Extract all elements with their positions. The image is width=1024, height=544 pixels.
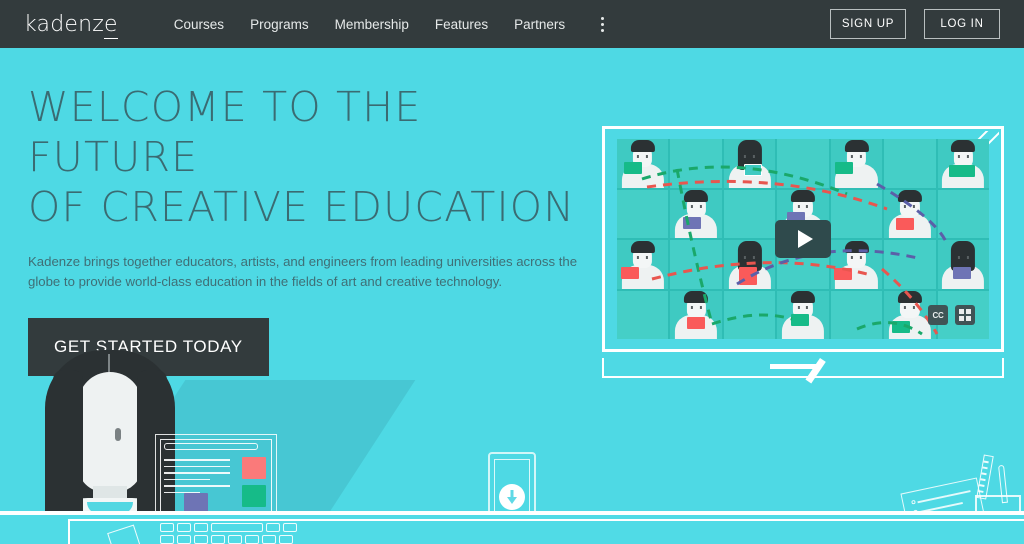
laptop-screen-frame: CC <box>602 126 1004 352</box>
video-grid-cell <box>937 189 989 238</box>
nav-item-courses[interactable]: Courses <box>161 11 237 38</box>
video-player-illustration: CC <box>602 126 1004 384</box>
kebab-menu-icon[interactable] <box>592 13 612 35</box>
hero-content: WELCOME TO THE FUTURE OF CREATIVE EDUCAT… <box>28 82 588 376</box>
video-grid-cell <box>830 189 883 238</box>
nav-item-partners[interactable]: Partners <box>501 11 578 38</box>
nav-item-features[interactable]: Features <box>422 11 501 38</box>
fullscreen-icon <box>959 309 971 321</box>
closed-captions-button[interactable]: CC <box>928 305 948 325</box>
kadenze-logo[interactable]: kadenze <box>24 11 118 39</box>
video-grid-cell <box>617 240 669 289</box>
video-grid-cell <box>670 189 722 238</box>
site-header: kadenze Courses Programs Membership Feat… <box>0 0 1024 48</box>
ruler-outline <box>976 454 994 500</box>
sign-up-button[interactable]: SIGN UP <box>830 9 906 39</box>
video-grid-cell <box>777 290 829 339</box>
cc-label: CC <box>932 310 944 320</box>
video-grid-cell <box>830 240 883 289</box>
video-grid-cell <box>937 240 989 289</box>
page-title: WELCOME TO THE FUTURE OF CREATIVE EDUCAT… <box>28 83 576 231</box>
video-grid-cell <box>670 290 722 339</box>
nav-item-programs[interactable]: Programs <box>237 11 322 38</box>
video-grid-cell <box>884 139 936 188</box>
video-grid-cell <box>884 240 936 289</box>
video-controls: CC <box>928 305 975 325</box>
nav-item-membership[interactable]: Membership <box>322 11 422 38</box>
video-grid-cell <box>617 290 669 339</box>
keyboard-outline <box>160 523 310 544</box>
video-grid-cell <box>617 189 669 238</box>
character-face <box>78 372 142 492</box>
logo-text-tail: e <box>104 11 118 39</box>
keyboard-row <box>160 523 310 532</box>
character-eye-left <box>115 428 121 441</box>
video-grid-cell <box>723 139 776 188</box>
video-grid-cell <box>830 290 883 339</box>
color-swatch-green <box>242 485 266 507</box>
browser-url-bar <box>164 443 258 450</box>
header-actions: SIGN UP LOG IN <box>830 9 1000 39</box>
fullscreen-button[interactable] <box>955 305 975 325</box>
video-grid-cell <box>670 139 722 188</box>
keyboard-row <box>160 535 310 544</box>
desk-edge <box>0 511 1024 515</box>
video-grid-cell <box>617 139 669 188</box>
video-grid-cell <box>670 240 722 289</box>
video-grid-cell <box>777 139 829 188</box>
download-arrow-icon <box>499 484 525 510</box>
video-grid-cell <box>830 139 883 188</box>
main-navigation: Courses Programs Membership Features Par… <box>161 11 612 38</box>
log-in-button[interactable]: LOG IN <box>924 9 1000 39</box>
video-grid-cell <box>884 189 936 238</box>
hero-subtitle: Kadenze brings together educators, artis… <box>28 254 578 289</box>
color-swatch-red <box>242 457 266 479</box>
logo-text: kadenz <box>24 11 105 37</box>
video-grid-cell <box>723 240 776 289</box>
video-grid-cell <box>937 139 989 188</box>
video-grid-cell <box>723 290 776 339</box>
play-button[interactable] <box>775 220 831 258</box>
video-thumbnail-grid[interactable]: CC <box>617 139 989 339</box>
video-grid-cell <box>723 189 776 238</box>
laptop-trackpad <box>770 364 818 369</box>
play-icon <box>797 230 813 248</box>
